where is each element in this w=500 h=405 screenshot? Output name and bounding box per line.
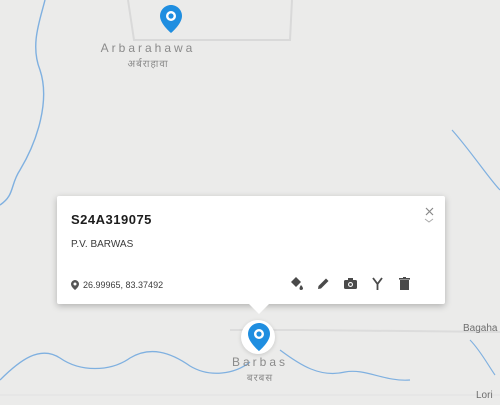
coordinates-text: 26.99965, 83.37492 [83, 280, 164, 290]
river-left [0, 0, 46, 206]
trash-icon [399, 277, 410, 290]
popup-toolbar [289, 276, 412, 291]
fork-icon [372, 277, 383, 290]
river-lower-right [469, 339, 496, 376]
delete-button[interactable] [397, 276, 412, 291]
river-right [451, 129, 500, 191]
close-icon [424, 207, 434, 223]
camera-button[interactable] [343, 276, 358, 291]
place-label-arbarahawa: Arbarahawa अर्बराहावा [78, 41, 218, 70]
site-name: P.V. BARWAS [71, 239, 134, 250]
paint-button[interactable] [289, 276, 304, 291]
fork-button[interactable] [370, 276, 385, 291]
paint-bucket-icon [291, 277, 303, 290]
site-info-popup: S24A319075 P.V. BARWAS 26.99965, 83.3749… [57, 196, 445, 314]
road-outline [127, 0, 293, 41]
coordinates-row: 26.99965, 83.37492 [71, 280, 163, 290]
selected-location-marker-icon[interactable] [248, 323, 270, 351]
map-label-lori: Lori [476, 390, 493, 401]
map-label-bagaha: Bagaha [463, 323, 498, 334]
location-marker-icon[interactable] [160, 5, 182, 33]
place-name-en: Arbarahawa [100, 41, 196, 55]
close-button[interactable] [422, 204, 436, 224]
edit-button[interactable] [316, 276, 331, 291]
place-label-barbas: Barbas बरबस [200, 355, 320, 384]
map-canvas[interactable]: Arbarahawa अर्बराहावा Barbas बरबस Bagaha… [0, 0, 500, 405]
camera-icon [344, 278, 357, 289]
place-name-en: Barbas [231, 355, 289, 369]
location-pin-icon [71, 280, 79, 290]
place-name-hi: अर्बराहावा [127, 59, 169, 70]
place-name-hi: बरबस [246, 373, 274, 384]
popup-pointer [249, 304, 269, 314]
site-id: S24A319075 [71, 212, 152, 227]
pencil-icon [318, 278, 329, 289]
